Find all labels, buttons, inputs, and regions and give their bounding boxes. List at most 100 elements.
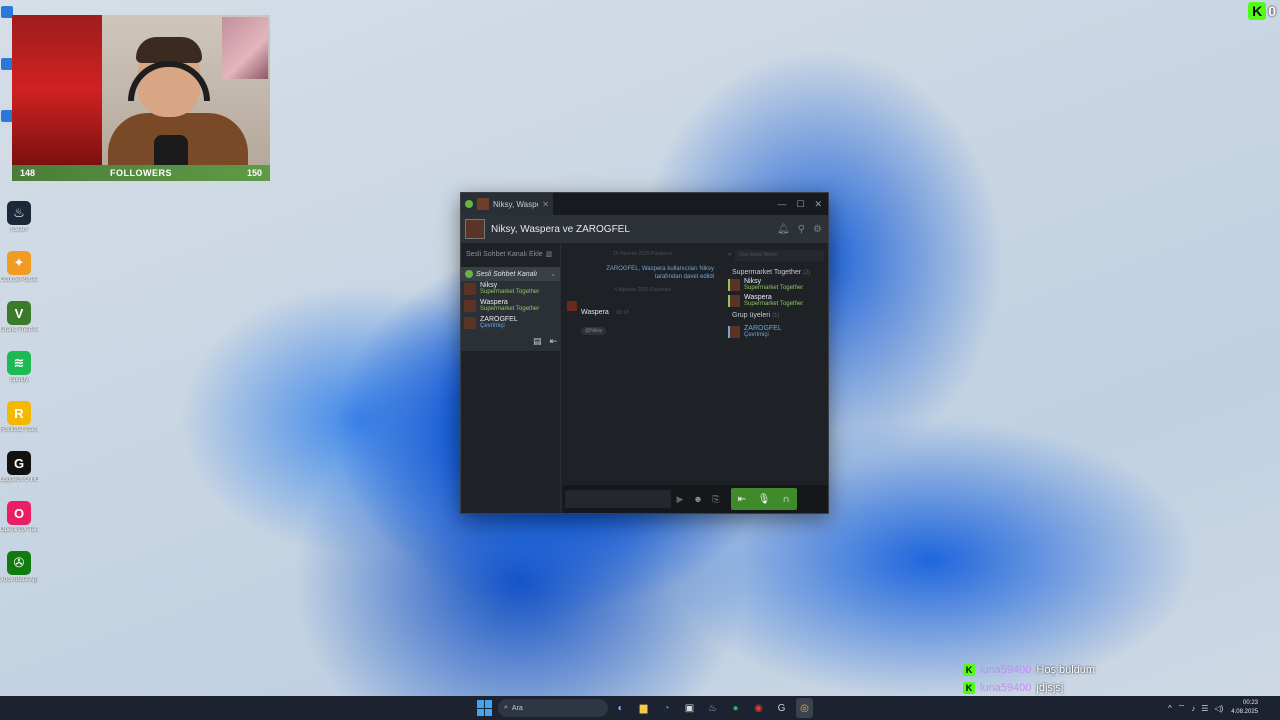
kick-viewer-counter: K 0 [1248, 2, 1276, 20]
avatar [464, 283, 476, 295]
channel-settings-icon[interactable]: ▤ [533, 336, 542, 347]
steam-logo-icon [465, 200, 473, 208]
emoji-icon[interactable]: ☻ [689, 494, 707, 504]
desktop-shortcut[interactable]: ♨ Steam [0, 195, 38, 245]
chevron-down-icon[interactable]: ⌄ [550, 270, 556, 278]
logitech-taskbar-icon[interactable]: G [773, 698, 790, 718]
leave-voice-icon[interactable]: ⇤ [731, 488, 753, 510]
voice-member[interactable]: Waspera Supermarket Together [464, 299, 557, 315]
steam-icon: ♨ [7, 201, 31, 225]
cs2-icon: ✦ [7, 251, 31, 275]
window-titlebar[interactable]: Niksy, Waspe ✕ — ☐ ✕ [461, 193, 828, 215]
streamer-image [98, 37, 248, 181]
group-chat-avatar[interactable] [465, 219, 485, 239]
desktop-shortcut[interactable]: ≋ Spotify [0, 345, 38, 395]
voice-member[interactable]: ZAROGFEL Çevrimiçi [464, 316, 557, 332]
member-list-item[interactable]: Niksy Supermarket Together [724, 276, 828, 292]
widgets-icon[interactable]: ◐ [612, 698, 629, 718]
bell-icon[interactable]: 🔔︎ [777, 224, 790, 235]
wifi-icon[interactable]: ☰ [1201, 704, 1208, 713]
system-message: ZAROGFEL, Waspera kullanıcıları Niksy ta… [606, 266, 714, 280]
collapse-icon[interactable]: » [728, 252, 731, 258]
chrome-icon[interactable]: ◎ [796, 698, 813, 718]
attach-icon[interactable]: ⎘ [707, 494, 725, 505]
maximize-icon[interactable]: ☐ [796, 199, 804, 210]
chat-tab[interactable]: Niksy, Waspe ✕ [461, 193, 553, 215]
headphones-icon[interactable]: ∩ [775, 488, 797, 510]
chevron-up-icon[interactable]: ^ [1168, 704, 1172, 713]
member-name: ZAROGFEL [744, 325, 782, 332]
close-icon[interactable]: ✕ [814, 199, 822, 210]
spotify-taskbar-icon[interactable]: ● [727, 698, 744, 718]
voice-icon [465, 270, 473, 278]
add-voice-channel-button[interactable]: Sesli Sohbet Kanalı Ekle ▥ [461, 243, 560, 265]
send-icon[interactable]: ▶ [671, 494, 689, 505]
chat-title: Niksy, Waspera ve ZAROGFEL [491, 223, 630, 235]
member-name: Niksy [480, 282, 498, 289]
desktop-shortcut-label: Rockstar Games ... [0, 427, 38, 433]
clock[interactable]: 00:23 4.08.2025 [1231, 699, 1258, 717]
followers-label: FOLLOWERS [110, 168, 172, 178]
windows-start-icon[interactable] [477, 700, 493, 716]
volume-icon[interactable]: ◁) [1214, 704, 1223, 713]
group-title: Supermarket Together [732, 269, 802, 276]
member-list-item[interactable]: ZAROGFEL Çevrimiçi [724, 323, 828, 339]
group-count: (2) [803, 270, 811, 276]
desktop-shortcut[interactable]: O Opera GX Tarayıcı [0, 495, 38, 545]
member-list-item[interactable]: Waspera Supermarket Together [724, 292, 828, 308]
network-icon[interactable]: ⌔ [1178, 703, 1186, 713]
minimize-icon[interactable]: — [777, 199, 786, 210]
desktop-shortcut[interactable]: ✇ Xbox/Beta App [0, 545, 38, 595]
chat-message: Waspera 00:18 @Niksy [561, 293, 724, 337]
mic-tray-icon[interactable]: ♪ [1191, 704, 1195, 713]
message-input[interactable] [565, 490, 671, 508]
file-explorer-icon[interactable]: ▆ [635, 698, 652, 718]
group-avatar [477, 198, 489, 210]
chat-username[interactable]: luna59400 [980, 664, 1031, 676]
desktop-shortcut[interactable]: ✦ Counter-Strike 2 [0, 245, 38, 295]
steam-taskbar-icon[interactable]: ♨ [704, 698, 721, 718]
voice-member[interactable]: Niksy Supermarket Together [464, 282, 557, 298]
taskbar-search[interactable]: ⌕ Ara [498, 699, 608, 717]
chat-message-text: jdjsjsj [1036, 682, 1064, 694]
desktop-icons: ♨ Steam ✦ Counter-Strike 2 V Grand Theft Auto… [0, 195, 38, 595]
invite-friend-icon[interactable]: ⚲ [798, 224, 805, 235]
chat-username[interactable]: luna59400 [980, 682, 1031, 694]
obs-icon[interactable]: ◉ [750, 698, 767, 718]
desktop-shortcut-label: Spotify [9, 377, 29, 383]
taskbar: ⌕ Ara ◐ ▆ ◔ ▣ ♨ ● ◉ G ◎ ^ ⌔ ♪ ☰ ◁) 00:23… [0, 696, 1280, 720]
chat-message-text: Hoş buldum [1036, 664, 1096, 676]
tab-close-icon[interactable]: ✕ [542, 200, 549, 209]
avatar [728, 326, 740, 338]
avatar [464, 317, 476, 329]
chat-line: Kluna59400 Hoş buldum [963, 661, 1178, 679]
voice-channel[interactable]: Sesli Sohbet Kanalı ⌄ Niksy Supermarket T… [461, 267, 560, 351]
date-divider: 4 Ağustos 2025 Pazartesi [614, 287, 671, 293]
member-name: Waspera [744, 294, 772, 301]
desktop-shortcut-label: Grand Theft Auto V Lea... [0, 327, 38, 333]
avatar[interactable] [567, 301, 577, 311]
gear-icon[interactable]: ⚙ [813, 224, 822, 235]
followers-goal: 150 [246, 168, 262, 178]
kick-logo-icon: K [1248, 2, 1267, 20]
desktop-shortcut[interactable]: R Rockstar Games ... [0, 395, 38, 445]
search-placeholder: Ara [511, 704, 523, 712]
member-name: Niksy [744, 278, 762, 285]
group-members-header: Grup üyeleri (1) [724, 308, 828, 319]
member-game: Supermarket Together [744, 301, 804, 307]
avatar [464, 300, 476, 312]
store-icon[interactable]: ▣ [681, 698, 698, 718]
leave-channel-icon[interactable]: ⇤ [549, 336, 557, 347]
kick-badge-icon: K [963, 664, 975, 676]
desktop-shortcut[interactable]: G Logitech G HUB [0, 445, 38, 495]
edge-icon[interactable]: ◔ [658, 698, 675, 718]
system-tray: ^ ⌔ ♪ ☰ ◁) [1168, 696, 1223, 720]
search-icon: ⌕ [504, 704, 508, 711]
webcam-red-light [12, 15, 102, 165]
member-search-input[interactable]: Üye listesi filtrele [735, 249, 824, 261]
mention-pill[interactable]: @Niksy [581, 327, 607, 335]
add-voice-label: Sesli Sohbet Kanalı Ekle [466, 250, 543, 258]
message-author[interactable]: Waspera [581, 309, 609, 316]
microphone-icon[interactable]: 🎙︎ [753, 488, 775, 510]
desktop-shortcut[interactable]: V Grand Theft Auto V Lea... [0, 295, 38, 345]
